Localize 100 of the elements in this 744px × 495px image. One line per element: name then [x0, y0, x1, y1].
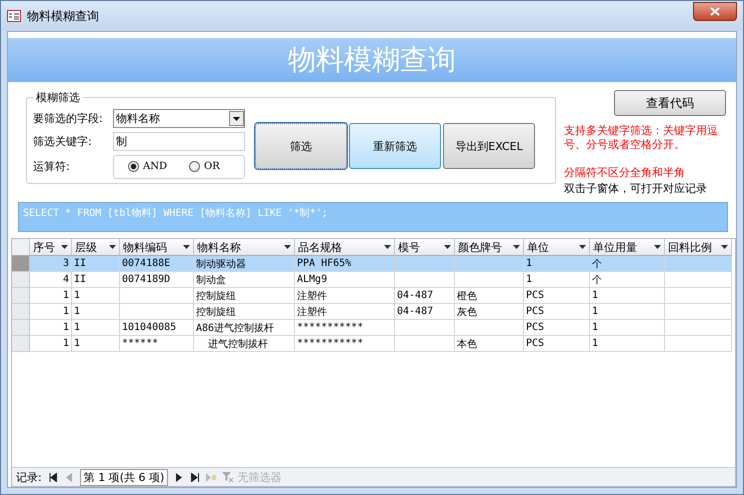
table-cell [395, 320, 455, 336]
radio-button[interactable] [128, 161, 139, 172]
table-cell: 1 [30, 304, 72, 320]
close-icon [710, 6, 720, 16]
table-cell: 橙色 [455, 288, 524, 304]
table-cell: 0074188E [120, 256, 194, 272]
table-cell: 控制旋纽 [194, 304, 295, 320]
table-cell: 个 [590, 256, 665, 272]
table-cell: 1 [590, 336, 665, 352]
table-cell: 1 [524, 256, 590, 272]
dropdown-arrow-icon[interactable] [721, 245, 728, 249]
column-header[interactable]: 序号 [30, 239, 72, 256]
table-cell: 个 [590, 272, 665, 288]
column-header[interactable]: 物料名称 [194, 239, 295, 256]
hint-text: 双击子窗体，可打开对应记录 [564, 182, 708, 196]
table-cell [665, 320, 732, 336]
field-label: 要筛选的字段: [33, 111, 104, 126]
sql-text: SELECT * FROM [tbl物料] WHERE [物料名称] LIKE '*制*'; [18, 202, 728, 232]
hint-text: 支持多关键字筛选：关键字用逗号、分号或者空格分开。 [564, 124, 719, 152]
dropdown-arrow-icon[interactable] [61, 245, 68, 249]
dropdown-arrow-icon[interactable] [513, 245, 520, 249]
table-cell: 1 [590, 288, 665, 304]
table-cell: *********** [295, 336, 395, 352]
column-header[interactable]: 品名规格 [295, 239, 395, 256]
dropdown-arrow-icon[interactable] [579, 245, 586, 249]
radio-button[interactable] [189, 161, 200, 172]
next-record-icon[interactable] [174, 471, 184, 483]
table-cell: 制动盒 [194, 272, 295, 288]
table-cell: 1 [590, 304, 665, 320]
keyword-label: 筛选关键字: [33, 134, 93, 149]
action-button[interactable]: 导出到EXCEL [443, 123, 535, 169]
window-title: 物料模糊查询 [27, 8, 100, 24]
column-header[interactable]: 模号 [395, 239, 455, 256]
column-header[interactable]: 回料比例 [665, 239, 732, 256]
form-header: 物料模糊查询 [8, 38, 736, 82]
action-button[interactable]: 重新筛选 [349, 123, 441, 169]
table-cell: 4 [30, 272, 72, 288]
table-cell: 04-487 [395, 304, 455, 320]
table-cell: 101040085 [120, 320, 194, 336]
table-cell [455, 272, 524, 288]
table-cell: 3 [30, 256, 72, 272]
table-cell [395, 256, 455, 272]
table-cell: 1 [30, 336, 72, 352]
record-position-field[interactable]: 第 1 项(共 6 项) [80, 468, 168, 486]
table-cell: 1 [590, 320, 665, 336]
table-cell: 1 [72, 304, 120, 320]
dropdown-arrow-icon[interactable] [284, 245, 291, 249]
action-button[interactable]: 筛选 [255, 123, 347, 169]
table-cell: PCS [524, 288, 590, 304]
table-cell: 本色 [455, 336, 524, 352]
close-button[interactable] [693, 2, 737, 20]
column-header[interactable]: 颜色牌号 [455, 239, 524, 256]
group-legend: 模糊筛选 [33, 90, 83, 105]
keyword-field[interactable]: 制 [113, 132, 245, 151]
radio-label: AND [143, 161, 167, 172]
field-dropdown[interactable]: 物料名称 [113, 109, 245, 128]
table-cell: 1 [30, 320, 72, 336]
column-header[interactable]: 层级 [72, 239, 120, 256]
table-cell: ****** [120, 336, 194, 352]
table-cell: 1 [524, 272, 590, 288]
table-cell [665, 304, 732, 320]
table-cell: ALMg9 [295, 272, 395, 288]
table-cell [455, 256, 524, 272]
dropdown-arrow-icon[interactable] [109, 245, 116, 249]
form-icon [7, 10, 21, 22]
dropdown-arrow-icon[interactable] [384, 245, 391, 249]
table-cell: 04-487 [395, 288, 455, 304]
filter-icon [222, 472, 234, 482]
table-cell: II [72, 256, 120, 272]
table-cell: 进气控制拔杆 [194, 336, 295, 352]
table-cell: 1 [72, 288, 120, 304]
table-cell [665, 272, 732, 288]
dropdown-arrow-icon[interactable] [444, 245, 451, 249]
table-cell [395, 336, 455, 352]
column-header[interactable]: 物料编码 [120, 239, 194, 256]
table-cell: 控制旋纽 [194, 288, 295, 304]
operator-label: 运算符: [33, 159, 71, 174]
table-cell: 1 [72, 320, 120, 336]
table-cell: PCS [524, 320, 590, 336]
view-code-button[interactable]: 查看代码 [614, 90, 726, 116]
table-cell: II [72, 272, 120, 288]
table-cell: 0074189D [120, 272, 194, 288]
dropdown-arrow-icon[interactable] [183, 245, 190, 249]
column-header[interactable]: 单位 [524, 239, 590, 256]
table-cell: PCS [524, 336, 590, 352]
table-cell: *********** [295, 320, 395, 336]
table-cell: PCS [524, 304, 590, 320]
column-header[interactable]: 单位用量 [590, 239, 665, 256]
radio-label: OR [204, 161, 220, 172]
table-cell: 注塑件 [295, 304, 395, 320]
dropdown-arrow-icon[interactable] [654, 245, 661, 249]
record-label: 记录: [16, 470, 42, 484]
table-cell: A86进气控制拔杆 [194, 320, 295, 336]
table-cell: 1 [30, 288, 72, 304]
last-record-icon[interactable] [190, 471, 200, 483]
hint-text: 分隔符不区分全角和半角 [564, 166, 686, 180]
first-record-icon[interactable] [48, 471, 58, 483]
table-cell: 制动驱动器 [194, 256, 295, 272]
table-cell [665, 288, 732, 304]
table-cell: 注塑件 [295, 288, 395, 304]
